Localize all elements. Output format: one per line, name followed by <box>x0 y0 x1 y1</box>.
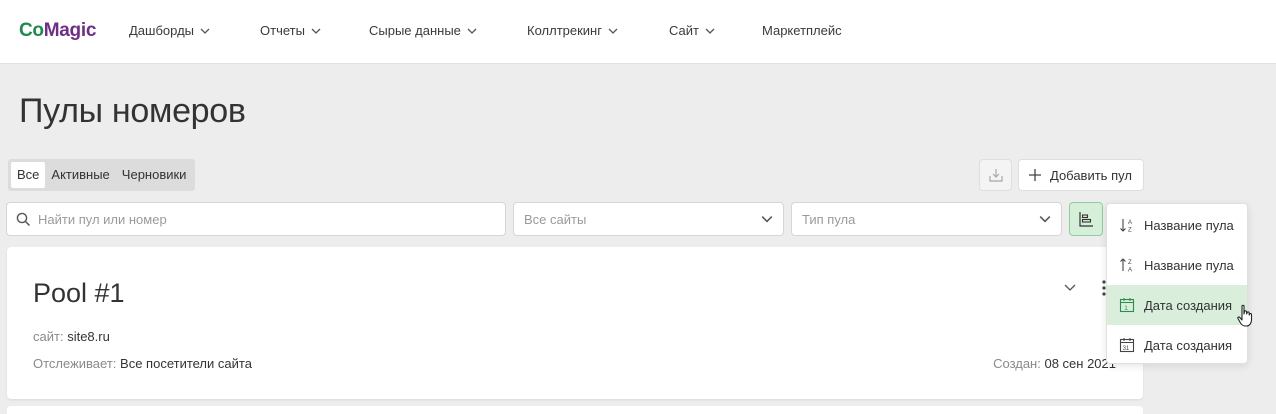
sites-select-value: Все сайты <box>524 211 587 227</box>
plus-icon <box>1029 169 1041 181</box>
sort-dropdown: A Z Название пула Z A Название пула 1 Да… <box>1106 203 1248 364</box>
download-icon <box>988 169 1003 182</box>
expand-chevron-icon[interactable] <box>1063 280 1077 294</box>
chevron-down-icon <box>467 28 477 34</box>
chevron-down-icon <box>311 28 321 34</box>
pool-site-key: сайт: <box>33 329 64 344</box>
nav-site-label: Сайт <box>669 23 699 38</box>
nav-reports[interactable]: Отчеты <box>260 23 321 38</box>
pool-type-select[interactable]: Тип пула <box>791 202 1062 236</box>
nav-dashboards-label: Дашборды <box>129 23 194 38</box>
sort-option-name-asc[interactable]: A Z Название пула <box>1107 205 1247 245</box>
pool-site-row: сайт: site8.ru <box>33 329 110 344</box>
pool-created-row: Создан: 08 сен 2021 <box>993 356 1116 371</box>
sort-option-label: Название пула <box>1144 257 1234 273</box>
top-navbar: CoMagic Дашборды Отчеты Сырые данные Кол… <box>0 0 1276 64</box>
search-input[interactable] <box>38 211 478 227</box>
add-pool-label: Добавить пул <box>1050 167 1132 183</box>
nav-marketplace-label: Маркетплейс <box>762 23 842 38</box>
sort-icon <box>1079 212 1093 227</box>
svg-text:Z: Z <box>1128 260 1132 266</box>
sort-option-label: Дата создания <box>1144 337 1233 353</box>
nav-raw-data[interactable]: Сырые данные <box>369 23 477 38</box>
hand-cursor-icon <box>1237 304 1253 327</box>
search-icon <box>16 212 31 226</box>
pool-site-value: site8.ru <box>67 329 110 344</box>
logo-part-1: Co <box>19 20 44 41</box>
sort-button[interactable] <box>1069 202 1103 236</box>
chevron-down-icon <box>200 28 210 34</box>
pool-card[interactable]: Pool #1 сайт: site8.ru Отслеживает: Все … <box>7 247 1143 399</box>
chevron-down-icon <box>705 28 715 34</box>
pool-tracks-value: Все посетители сайта <box>120 356 252 371</box>
sort-option-name-desc[interactable]: Z A Название пула <box>1107 245 1247 285</box>
sort-alpha-desc-icon: Z A <box>1120 258 1132 274</box>
svg-text:31: 31 <box>1123 346 1130 352</box>
chevron-down-icon <box>1039 216 1051 223</box>
sort-alpha-asc-icon: A Z <box>1120 219 1132 234</box>
pool-tracks-row: Отслеживает: Все посетители сайта <box>33 356 252 371</box>
sites-select[interactable]: Все сайты <box>513 202 784 236</box>
pool-name: Pool #1 <box>33 278 125 308</box>
sort-option-date-asc[interactable]: 1 Дата создания <box>1107 285 1247 325</box>
page-title: Пулы номеров <box>19 92 246 130</box>
pool-card[interactable] <box>7 406 1143 414</box>
svg-text:Z: Z <box>1128 228 1132 234</box>
pool-created-key: Создан: <box>993 356 1041 371</box>
nav-calltracking-label: Коллтрекинг <box>527 23 602 38</box>
sort-option-label: Название пула <box>1144 217 1234 233</box>
nav-dashboards[interactable]: Дашборды <box>129 23 210 38</box>
svg-text:A: A <box>1128 268 1132 274</box>
chevron-down-icon <box>761 216 773 223</box>
sort-option-label: Дата создания <box>1144 297 1233 313</box>
tab-drafts[interactable]: Черновики <box>116 162 193 188</box>
nav-reports-label: Отчеты <box>260 23 305 38</box>
pool-tracks-key: Отслеживает: <box>33 356 117 371</box>
export-button[interactable] <box>979 159 1012 191</box>
nav-raw-data-label: Сырые данные <box>369 23 461 38</box>
calendar-asc-icon: 1 <box>1119 298 1135 313</box>
pool-type-placeholder: Тип пула <box>802 211 856 227</box>
nav-site[interactable]: Сайт <box>669 23 715 38</box>
tab-active[interactable]: Активные <box>45 162 115 188</box>
nav-marketplace[interactable]: Маркетплейс <box>762 23 842 38</box>
chevron-down-icon <box>608 28 618 34</box>
comagic-logo[interactable]: CoMagic <box>19 20 96 42</box>
logo-part-2: Magic <box>43 20 97 41</box>
search-box[interactable] <box>6 202 506 236</box>
add-pool-button[interactable]: Добавить пул <box>1018 159 1144 191</box>
status-tabs: Все Активные Черновики <box>8 159 196 191</box>
svg-text:A: A <box>1128 220 1132 226</box>
sort-option-date-desc[interactable]: 31 Дата создания <box>1107 325 1247 365</box>
calendar-desc-icon: 31 <box>1119 338 1135 353</box>
svg-text:1: 1 <box>1124 305 1128 312</box>
tab-all[interactable]: Все <box>11 162 46 188</box>
nav-calltracking[interactable]: Коллтрекинг <box>527 23 618 38</box>
